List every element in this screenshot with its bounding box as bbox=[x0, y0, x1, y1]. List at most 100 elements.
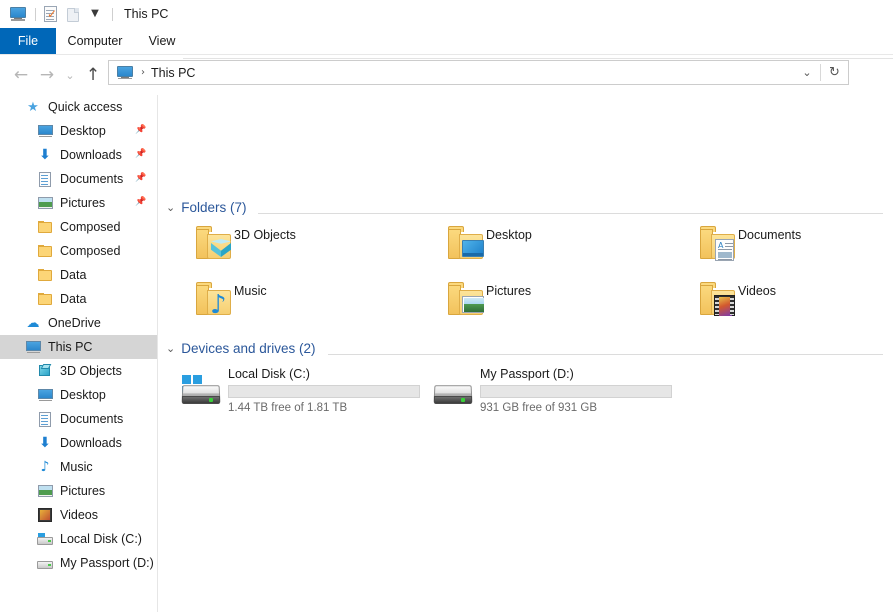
pin-icon[interactable]: 📌 bbox=[135, 173, 146, 184]
chevron-down-icon: ⌄ bbox=[65, 68, 75, 82]
forward-arrow-icon: → bbox=[39, 65, 55, 85]
back-button[interactable]: ← bbox=[8, 62, 34, 88]
drive-capacity-bar bbox=[228, 385, 420, 398]
sidebar-item-desktop[interactable]: Desktop bbox=[0, 383, 157, 407]
pin-icon[interactable]: 📌 bbox=[135, 197, 146, 208]
folder-tile[interactable]: Pictures bbox=[428, 281, 668, 337]
sidebar-item-composed[interactable]: Composed bbox=[0, 239, 157, 263]
cloud-icon: ☁ bbox=[26, 315, 40, 331]
folder-tile-label: Desktop bbox=[486, 228, 532, 242]
monitor-icon bbox=[25, 339, 41, 355]
tab-file[interactable]: File bbox=[0, 28, 56, 54]
group-label-devices: Devices and drives (2) bbox=[181, 341, 316, 356]
sidebar-item-this-pc[interactable]: This PC bbox=[0, 335, 157, 359]
document-overlay-icon: A bbox=[715, 239, 734, 261]
folder-tile[interactable]: Videos bbox=[680, 281, 893, 337]
sidebar-item-label: Pictures bbox=[60, 196, 106, 210]
document-icon bbox=[37, 411, 53, 427]
cube-icon bbox=[37, 363, 53, 379]
navigation-pane[interactable]: ★ Quick access Desktop 📌 ⬇ Downloads 📌 Document… bbox=[0, 95, 157, 612]
drive-tile[interactable]: My Passport (D:) 931 GB free of 931 GB bbox=[428, 367, 678, 417]
sidebar-item-data[interactable]: Data bbox=[0, 287, 157, 311]
sidebar-item-documents[interactable]: Documents 📌 bbox=[0, 167, 157, 191]
sidebar-item-my-passport-d[interactable]: My Passport (D:) bbox=[0, 551, 157, 575]
folder-tile[interactable]: A Documents bbox=[680, 225, 893, 281]
sidebar-item-label: Music bbox=[60, 460, 93, 474]
picture-overlay-icon bbox=[462, 296, 484, 313]
up-arrow-icon: ↑ bbox=[85, 65, 101, 85]
sidebar-item-label: Desktop bbox=[60, 388, 106, 402]
drive-free-space-label: 931 GB free of 931 GB bbox=[480, 402, 597, 414]
up-button[interactable]: ↑ bbox=[80, 62, 106, 88]
forward-button[interactable]: → bbox=[34, 62, 60, 88]
sidebar-item-pictures[interactable]: Pictures 📌 bbox=[0, 191, 157, 215]
group-separator-folders bbox=[258, 213, 883, 214]
folder-tile-label: Videos bbox=[738, 284, 776, 298]
folder-tile[interactable]: Desktop bbox=[428, 225, 668, 281]
sidebar-item-label: Composed bbox=[60, 220, 121, 234]
breadcrumb-separator: › bbox=[141, 67, 145, 78]
ribbon-tab-bar: File Computer View bbox=[0, 28, 893, 54]
content-pane[interactable]: ⌄ Folders (7) 3D Objects Desktop A Document… bbox=[158, 95, 893, 612]
drive-tile[interactable]: Local Disk (C:) 1.44 TB free of 1.81 TB bbox=[176, 367, 426, 417]
drive-icon bbox=[428, 375, 474, 409]
document-icon bbox=[37, 171, 53, 187]
group-header-folders[interactable]: ⌄ Folders (7) bbox=[166, 200, 246, 215]
sidebar-item-composed[interactable]: Composed bbox=[0, 215, 157, 239]
group-header-devices[interactable]: ⌄ Devices and drives (2) bbox=[166, 341, 316, 356]
music-note-overlay-icon: ♪ bbox=[210, 290, 227, 320]
folder-tile[interactable]: ♪ Music bbox=[176, 281, 416, 337]
ribbon-divider-secondary bbox=[183, 58, 893, 59]
monitor-icon[interactable] bbox=[8, 4, 28, 24]
pin-icon[interactable]: 📌 bbox=[135, 149, 146, 160]
qat-separator-2 bbox=[112, 7, 113, 21]
sidebar-item-downloads[interactable]: ⬇ Downloads bbox=[0, 431, 157, 455]
tab-view[interactable]: View bbox=[134, 28, 190, 54]
breadcrumb-this-pc[interactable]: This PC bbox=[151, 66, 195, 80]
sidebar-item-pictures[interactable]: Pictures bbox=[0, 479, 157, 503]
sidebar-item-local-disk-c[interactable]: Local Disk (C:) bbox=[0, 527, 157, 551]
sidebar-item-documents[interactable]: Documents bbox=[0, 407, 157, 431]
sidebar-item-label: Videos bbox=[60, 508, 98, 522]
sidebar-item-label: My Passport (D:) bbox=[60, 556, 154, 570]
refresh-icon: ↻ bbox=[829, 65, 840, 80]
sidebar-item-label: This PC bbox=[48, 340, 93, 354]
sidebar-item-music[interactable]: ♪ Music bbox=[0, 455, 157, 479]
sidebar-item-data[interactable]: Data bbox=[0, 263, 157, 287]
group-label-folders: Folders (7) bbox=[181, 200, 247, 215]
customize-caret-icon[interactable]: ▼ bbox=[85, 4, 105, 24]
folder-icon: A bbox=[698, 225, 738, 265]
chevron-down-icon: ⌄ bbox=[166, 201, 176, 214]
pin-icon[interactable]: 📌 bbox=[135, 125, 146, 136]
folder-tile[interactable]: 3D Objects bbox=[176, 225, 416, 281]
folder-icon bbox=[194, 225, 234, 265]
sidebar-item-3d-objects[interactable]: 3D Objects bbox=[0, 359, 157, 383]
sidebar-item-label: Data bbox=[60, 268, 87, 282]
customize-caret-glyph: ▼ bbox=[91, 8, 99, 19]
ribbon-divider bbox=[0, 54, 893, 55]
folder-icon bbox=[37, 291, 53, 307]
sidebar-item-label: Documents bbox=[60, 412, 124, 426]
sidebar-item-quick-access[interactable]: ★ Quick access bbox=[0, 95, 157, 119]
address-bar[interactable]: › This PC ⌄ ↻ bbox=[108, 60, 849, 85]
title-bar: ✓ ▼ This PC bbox=[0, 0, 893, 28]
monitor-icon bbox=[37, 123, 53, 139]
window-title: This PC bbox=[124, 7, 169, 21]
sidebar-item-label: OneDrive bbox=[48, 316, 101, 330]
sidebar-item-label: Desktop bbox=[60, 124, 106, 138]
folder-tile-label: Pictures bbox=[486, 284, 532, 298]
drive-name-label: Local Disk (C:) bbox=[228, 367, 310, 381]
sidebar-item-downloads[interactable]: ⬇ Downloads 📌 bbox=[0, 143, 157, 167]
group-separator-devices bbox=[328, 354, 883, 355]
folder-tile-label: Music bbox=[234, 284, 267, 298]
address-dropdown-button[interactable]: ⌄ bbox=[794, 61, 820, 84]
sidebar-item-desktop[interactable]: Desktop 📌 bbox=[0, 119, 157, 143]
desktop-overlay-icon bbox=[462, 240, 484, 257]
new-folder-icon[interactable] bbox=[63, 4, 83, 24]
recent-locations-button[interactable]: ⌄ bbox=[60, 62, 80, 88]
sidebar-item-videos[interactable]: Videos bbox=[0, 503, 157, 527]
sidebar-item-onedrive[interactable]: ☁ OneDrive bbox=[0, 311, 157, 335]
properties-icon[interactable]: ✓ bbox=[41, 4, 61, 24]
refresh-button[interactable]: ↻ bbox=[821, 61, 848, 84]
tab-computer[interactable]: Computer bbox=[56, 28, 134, 54]
